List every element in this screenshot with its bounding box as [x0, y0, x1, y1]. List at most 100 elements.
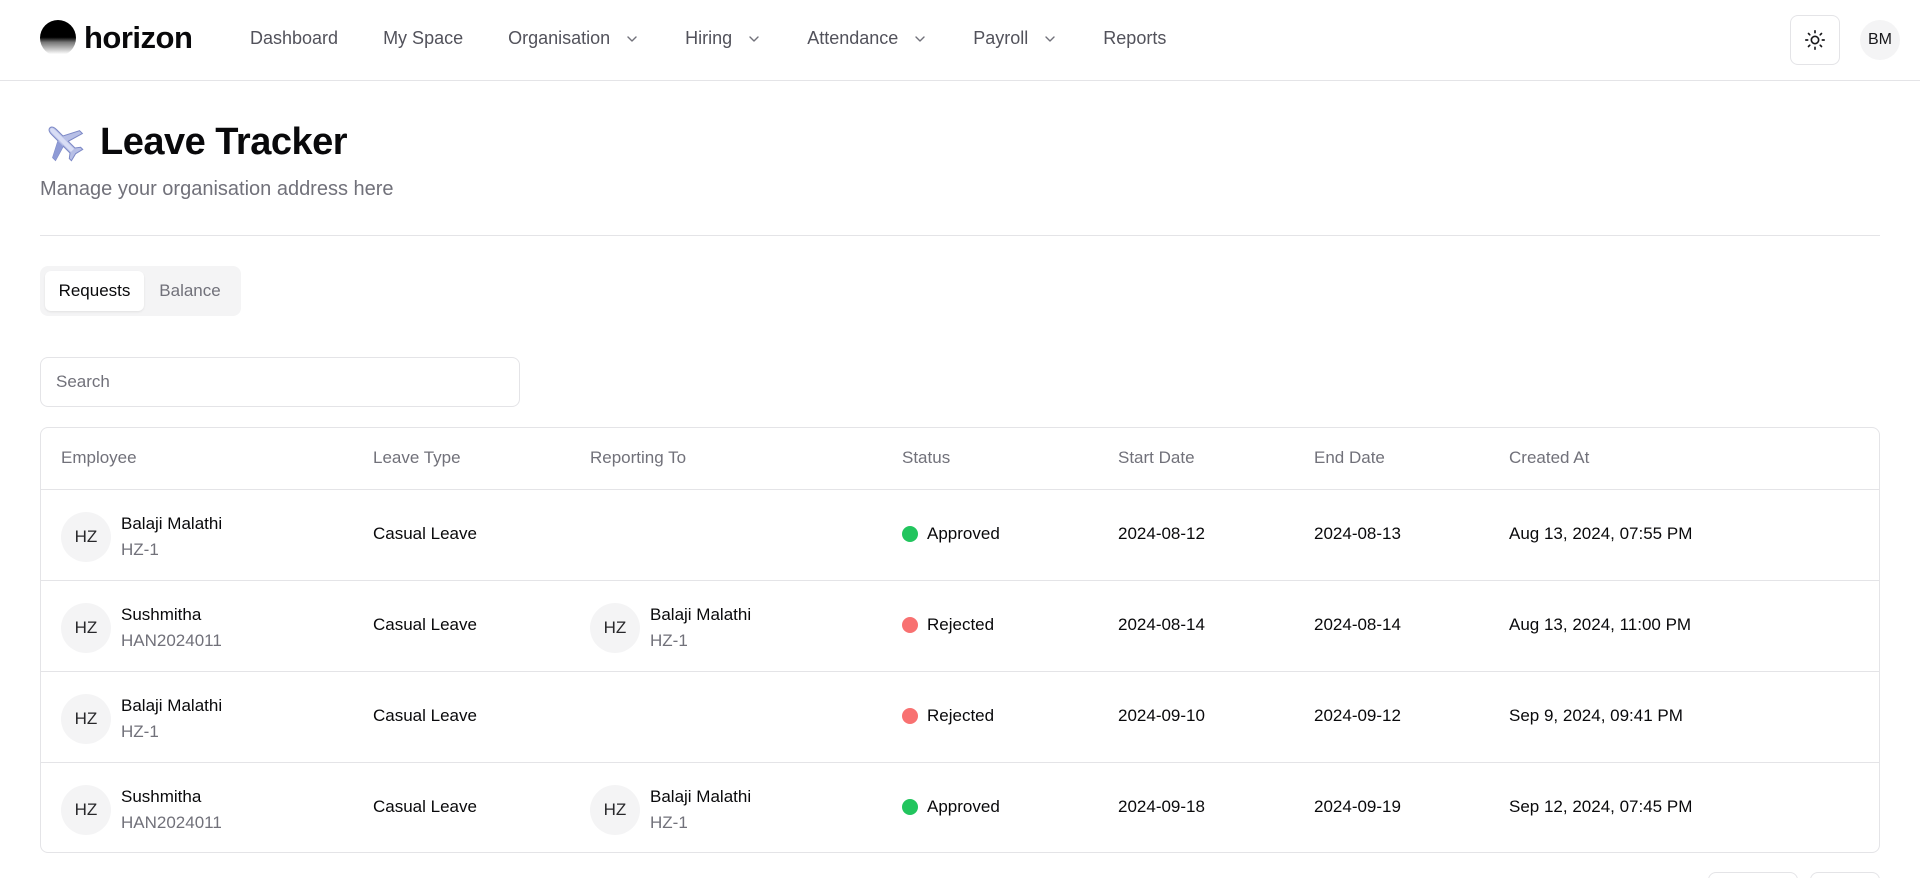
- end-date: 2024-09-12: [1314, 706, 1401, 725]
- end-date: 2024-09-19: [1314, 797, 1401, 816]
- chevron-down-icon: [915, 35, 925, 42]
- status-label: Rejected: [927, 706, 995, 725]
- nav-item-organisation[interactable]: Organisation: [508, 28, 640, 49]
- top-navbar: horizon Dashboard My Space Organisation …: [0, 0, 1920, 81]
- sun-icon: [1805, 30, 1825, 50]
- logo[interactable]: horizon: [40, 20, 193, 56]
- leave-type: Casual Leave: [373, 615, 477, 634]
- status-label: Approved: [927, 797, 1000, 816]
- created-at: Sep 12, 2024, 07:45 PM: [1509, 797, 1693, 816]
- page-subtitle: Manage your organisation address here: [40, 178, 394, 200]
- nav-item-label: Payroll: [973, 28, 1029, 48]
- manager-code: HZ-1: [650, 631, 688, 650]
- leave-type: Casual Leave: [373, 524, 477, 543]
- status-badge: Rejected: [902, 706, 994, 726]
- column-header-end-date: End Date: [1314, 448, 1385, 467]
- search-input[interactable]: [40, 357, 520, 407]
- employee-cell: HZ Sushmitha HAN2024011: [61, 784, 222, 836]
- manager-name: Balaji Malathi: [650, 787, 752, 806]
- avatar: HZ: [590, 603, 640, 653]
- pagination-next-button[interactable]: [1810, 872, 1880, 878]
- user-avatar[interactable]: BM: [1860, 20, 1900, 60]
- employee-name: Balaji Malathi: [121, 696, 223, 715]
- employee-cell: HZ Balaji Malathi HZ-1: [61, 693, 222, 745]
- column-header-employee: Employee: [61, 448, 137, 467]
- table-row[interactable]: HZ Balaji Malathi HZ-1 Casual Leave Appr…: [41, 490, 1879, 581]
- nav-item-label: Reports: [1103, 28, 1167, 48]
- employee-code: HZ-1: [121, 540, 159, 559]
- pagination-previous-button[interactable]: [1708, 872, 1798, 878]
- nav-item-my-space[interactable]: My Space: [383, 28, 463, 49]
- manager-name: Balaji Malathi: [650, 605, 752, 624]
- employee-cell: HZ Sushmitha HAN2024011: [61, 602, 222, 654]
- start-date: 2024-08-12: [1118, 524, 1205, 543]
- tab-list: Requests Balance: [40, 266, 241, 316]
- employee-name: Balaji Malathi: [121, 514, 223, 533]
- start-date: 2024-08-14: [1118, 615, 1205, 634]
- status-dot-icon: [902, 526, 918, 542]
- created-at: Sep 9, 2024, 09:41 PM: [1509, 706, 1683, 725]
- column-header-reporting-to: Reporting To: [590, 448, 687, 467]
- nav-item-hiring[interactable]: Hiring: [685, 28, 762, 49]
- status-label: Approved: [927, 524, 1000, 543]
- page-title: Leave Tracker: [100, 120, 348, 163]
- status-badge: Approved: [902, 524, 1000, 544]
- leave-requests-table: Employee Leave Type Reporting To Status …: [40, 427, 1880, 853]
- employee-code: HZ-1: [121, 722, 159, 741]
- airplane-icon: [48, 126, 84, 162]
- nav-item-label: Dashboard: [250, 28, 339, 48]
- status-dot-icon: [902, 617, 918, 633]
- nav-item-payroll[interactable]: Payroll: [973, 28, 1058, 49]
- avatar: HZ: [61, 512, 111, 562]
- table-row[interactable]: HZ Sushmitha HAN2024011 Casual Leave HZ …: [41, 581, 1879, 672]
- chevron-down-icon: [1045, 35, 1055, 42]
- main-nav: Dashboard My Space Organisation Hiring A…: [250, 28, 1211, 49]
- end-date: 2024-08-13: [1314, 524, 1401, 543]
- created-at: Aug 13, 2024, 07:55 PM: [1509, 524, 1693, 543]
- chevron-down-icon: [749, 35, 759, 42]
- employee-name: Sushmitha: [121, 605, 202, 624]
- page-header: Leave Tracker: [40, 118, 348, 166]
- status-badge: Approved: [902, 797, 1000, 817]
- chevron-down-icon: [627, 35, 637, 42]
- nav-item-dashboard[interactable]: Dashboard: [250, 28, 338, 49]
- status-dot-icon: [902, 708, 918, 724]
- tab-requests[interactable]: Requests: [45, 271, 144, 311]
- reporting-to-cell: HZ Balaji Malathi HZ-1: [590, 784, 751, 836]
- column-header-status: Status: [902, 448, 951, 467]
- header-divider: [40, 235, 1880, 236]
- reporting-to-cell: HZ Balaji Malathi HZ-1: [590, 602, 751, 654]
- employee-cell: HZ Balaji Malathi HZ-1: [61, 511, 222, 563]
- table-row[interactable]: HZ Balaji Malathi HZ-1 Casual Leave Reje…: [41, 672, 1879, 763]
- nav-item-label: Attendance: [807, 28, 899, 48]
- nav-item-reports[interactable]: Reports: [1103, 28, 1166, 49]
- logo-mark-icon: [40, 20, 76, 56]
- start-date: 2024-09-18: [1118, 797, 1205, 816]
- employee-code: HAN2024011: [121, 631, 222, 650]
- nav-item-label: Hiring: [685, 28, 733, 48]
- avatar: HZ: [61, 603, 111, 653]
- avatar: HZ: [590, 785, 640, 835]
- nav-item-attendance[interactable]: Attendance: [807, 28, 928, 49]
- avatar: HZ: [61, 785, 111, 835]
- employee-code: HAN2024011: [121, 813, 222, 832]
- logo-text: horizon: [84, 20, 193, 55]
- leave-type: Casual Leave: [373, 706, 477, 725]
- leave-type: Casual Leave: [373, 797, 477, 816]
- column-header-created-at: Created At: [1509, 448, 1590, 467]
- column-header-start-date: Start Date: [1118, 448, 1195, 467]
- theme-toggle-button[interactable]: [1790, 15, 1840, 65]
- tab-balance[interactable]: Balance: [144, 271, 236, 311]
- employee-name: Sushmitha: [121, 787, 202, 806]
- created-at: Aug 13, 2024, 11:00 PM: [1509, 615, 1692, 634]
- nav-item-label: My Space: [383, 28, 464, 48]
- avatar: HZ: [61, 694, 111, 744]
- table-row[interactable]: HZ Sushmitha HAN2024011 Casual Leave HZ …: [41, 763, 1879, 852]
- table-header: Employee Leave Type Reporting To Status …: [41, 428, 1879, 490]
- status-label: Rejected: [927, 615, 995, 634]
- end-date: 2024-08-14: [1314, 615, 1401, 634]
- status-badge: Rejected: [902, 615, 994, 635]
- column-header-leave-type: Leave Type: [373, 448, 461, 467]
- status-dot-icon: [902, 799, 918, 815]
- start-date: 2024-09-10: [1118, 706, 1205, 725]
